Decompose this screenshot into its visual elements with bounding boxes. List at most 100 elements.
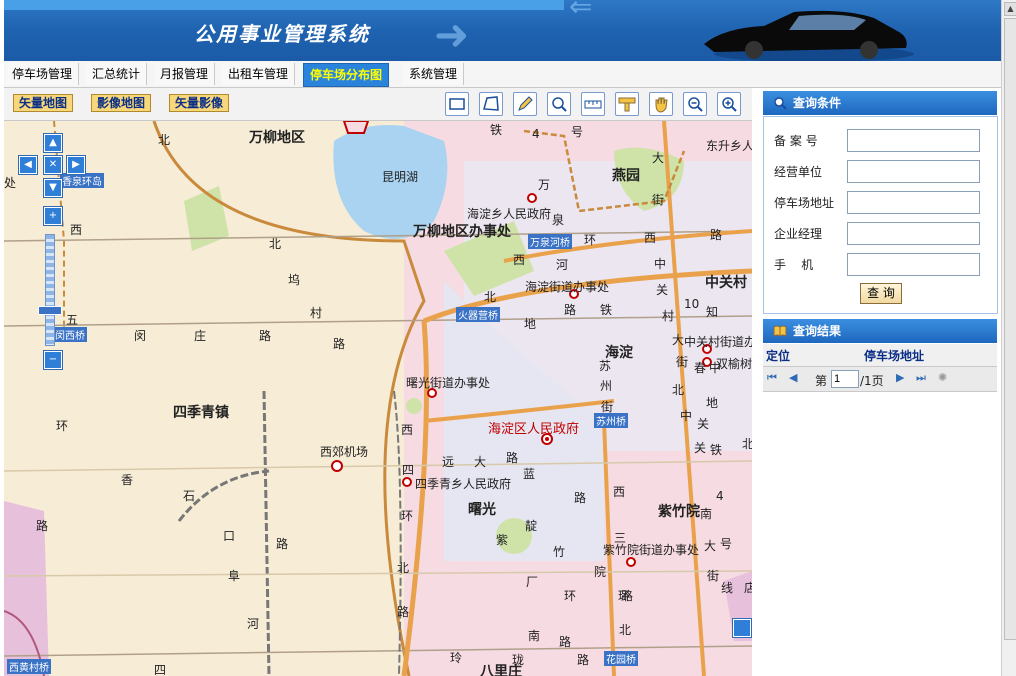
col-locate[interactable]: 定位 — [766, 347, 790, 364]
refresh-icon[interactable]: ✺ — [938, 372, 948, 384]
query-button[interactable]: 查 询 — [860, 283, 902, 304]
map-label: 火器营桥 — [456, 307, 500, 322]
results-title: 查询结果 — [793, 324, 842, 338]
map-label: 北 — [672, 383, 685, 397]
polygon-select-icon[interactable] — [479, 92, 503, 116]
map-label: 路 — [577, 653, 590, 667]
map-label: 香泉环岛 — [60, 173, 104, 188]
map-label: 北 — [158, 133, 171, 147]
record-no-input[interactable] — [847, 129, 980, 152]
parking-address-input[interactable] — [847, 191, 980, 214]
pan-down-icon[interactable]: ▼ — [44, 179, 62, 197]
map-label: 路 — [397, 605, 410, 619]
map-label: 燕园 — [612, 168, 640, 184]
ruler-icon[interactable] — [615, 92, 639, 116]
vector-map-button[interactable]: 矢量地图 — [13, 94, 74, 112]
mobile-input[interactable] — [847, 253, 980, 276]
zoom-in-icon[interactable]: + — [44, 207, 62, 225]
map-label: 海淀街道办事处 — [525, 280, 610, 294]
map-label: 铁 — [490, 123, 503, 137]
tab-taxi-manage[interactable]: 出租车管理 — [222, 63, 296, 85]
map-label: 路 — [710, 228, 723, 242]
manager-input[interactable] — [847, 222, 980, 245]
map-label: 处 — [4, 176, 17, 190]
map-label: 院 — [594, 565, 607, 579]
map-label: 路 — [259, 329, 272, 343]
map-label: 海淀区人民政府 — [488, 422, 580, 437]
query-panel-header: 查询条件 — [763, 91, 997, 115]
map-label: 铁 — [600, 303, 613, 317]
map-label: 大 — [672, 333, 685, 347]
map-label: 西郊机场 — [320, 445, 369, 459]
tab-system-manage[interactable]: 系统管理 — [403, 63, 465, 85]
app-title: 公用事业管理系统 — [194, 22, 370, 46]
last-page-icon[interactable]: ⏭ — [916, 372, 926, 384]
rect-select-icon[interactable] — [445, 92, 469, 116]
map-label: 闵西桥 — [53, 327, 87, 342]
results-pager: ⏮ ◀ 第 /1页 ▶ ⏭ ✺ — [763, 367, 997, 392]
map-label: 街 — [676, 355, 689, 369]
next-page-icon[interactable]: ▶ — [896, 372, 906, 384]
zoom-out-icon[interactable]: − — [44, 351, 62, 369]
prev-page-icon[interactable]: ◀ — [789, 372, 799, 384]
map-label: 中关村街道办 — [684, 335, 752, 349]
map-label: 中 — [654, 257, 667, 271]
image-map-button[interactable]: 影像地图 — [91, 94, 152, 112]
zoom-in-icon[interactable] — [717, 92, 741, 116]
pan-right-icon[interactable]: ▶ — [67, 156, 85, 174]
map-label: 紫竹院 — [658, 504, 700, 520]
map-label: 号 — [720, 537, 733, 551]
map-label: 路 — [559, 635, 572, 649]
operator-input[interactable] — [847, 160, 980, 183]
vector-image-button[interactable]: 矢量影像 — [169, 94, 230, 112]
map-label: 五 — [66, 313, 79, 327]
first-page-icon[interactable]: ⏮ — [767, 372, 777, 384]
reset-view-icon[interactable]: ✕ — [44, 156, 62, 174]
overview-map-icon[interactable] — [733, 619, 751, 637]
window-scrollbar[interactable]: ▲ — [1001, 0, 1016, 676]
map-label: 关 — [694, 441, 707, 455]
tab-parking-map[interactable]: 停车场分布图 — [303, 63, 390, 87]
map-label: 西 — [70, 223, 83, 237]
zoom-region-icon[interactable] — [547, 92, 571, 116]
pan-hand-icon[interactable] — [649, 92, 673, 116]
zoom-slider-rail[interactable] — [45, 234, 55, 346]
label-mobile: 手 机 — [774, 258, 814, 272]
map-label: 春 — [694, 361, 707, 375]
scroll-thumb[interactable] — [1004, 18, 1016, 640]
map-label: 北 — [397, 561, 410, 575]
map-label: 号 — [571, 125, 584, 139]
pan-left-icon[interactable]: ◀ — [19, 156, 37, 174]
map-label: 曙光街道办事处 — [406, 376, 491, 390]
scroll-up-icon[interactable]: ▲ — [1004, 2, 1016, 16]
pencil-icon[interactable] — [513, 92, 537, 116]
map-label: 南 — [528, 629, 541, 643]
zoom-slider-thumb[interactable] — [38, 306, 62, 315]
car-icon — [704, 10, 914, 61]
map-label: 知 — [706, 305, 719, 319]
tab-summary-stats[interactable]: 汇总统计 — [86, 63, 148, 85]
tab-parking-manage[interactable]: 停车场管理 — [6, 63, 80, 85]
pan-up-icon[interactable]: ▲ — [44, 134, 62, 152]
map-label: 海淀乡人民政府 — [467, 207, 552, 221]
map-label: 环 — [584, 233, 597, 247]
measure-icon[interactable] — [581, 92, 605, 116]
map-label: 4 — [716, 489, 724, 503]
map-label: 线 — [721, 581, 734, 595]
label-record-no: 备 案 号 — [774, 134, 818, 148]
label-parking-address: 停车场地址 — [774, 196, 835, 210]
col-parking-address[interactable]: 停车场地址 — [864, 347, 924, 364]
map-label: 香 — [121, 473, 134, 487]
results-panel-header: 查询结果 — [763, 319, 997, 343]
map-canvas[interactable]: 万柳地区 昆明湖 燕园 海淀乡人民政府 万柳地区办事处 万泉河桥 海淀街道办事处… — [4, 121, 752, 676]
map-label: 路 — [36, 519, 49, 533]
tab-monthly-report[interactable]: 月报管理 — [154, 63, 216, 85]
map-label: 店 — [744, 581, 752, 595]
zoom-out-icon[interactable] — [683, 92, 707, 116]
page-input[interactable] — [831, 370, 859, 388]
map-label: 街 — [652, 193, 665, 207]
map-label: 环 — [401, 509, 414, 523]
query-title: 查询条件 — [793, 96, 842, 110]
map-label: 阜 — [228, 569, 241, 583]
map-label: 花园桥 — [604, 651, 638, 666]
